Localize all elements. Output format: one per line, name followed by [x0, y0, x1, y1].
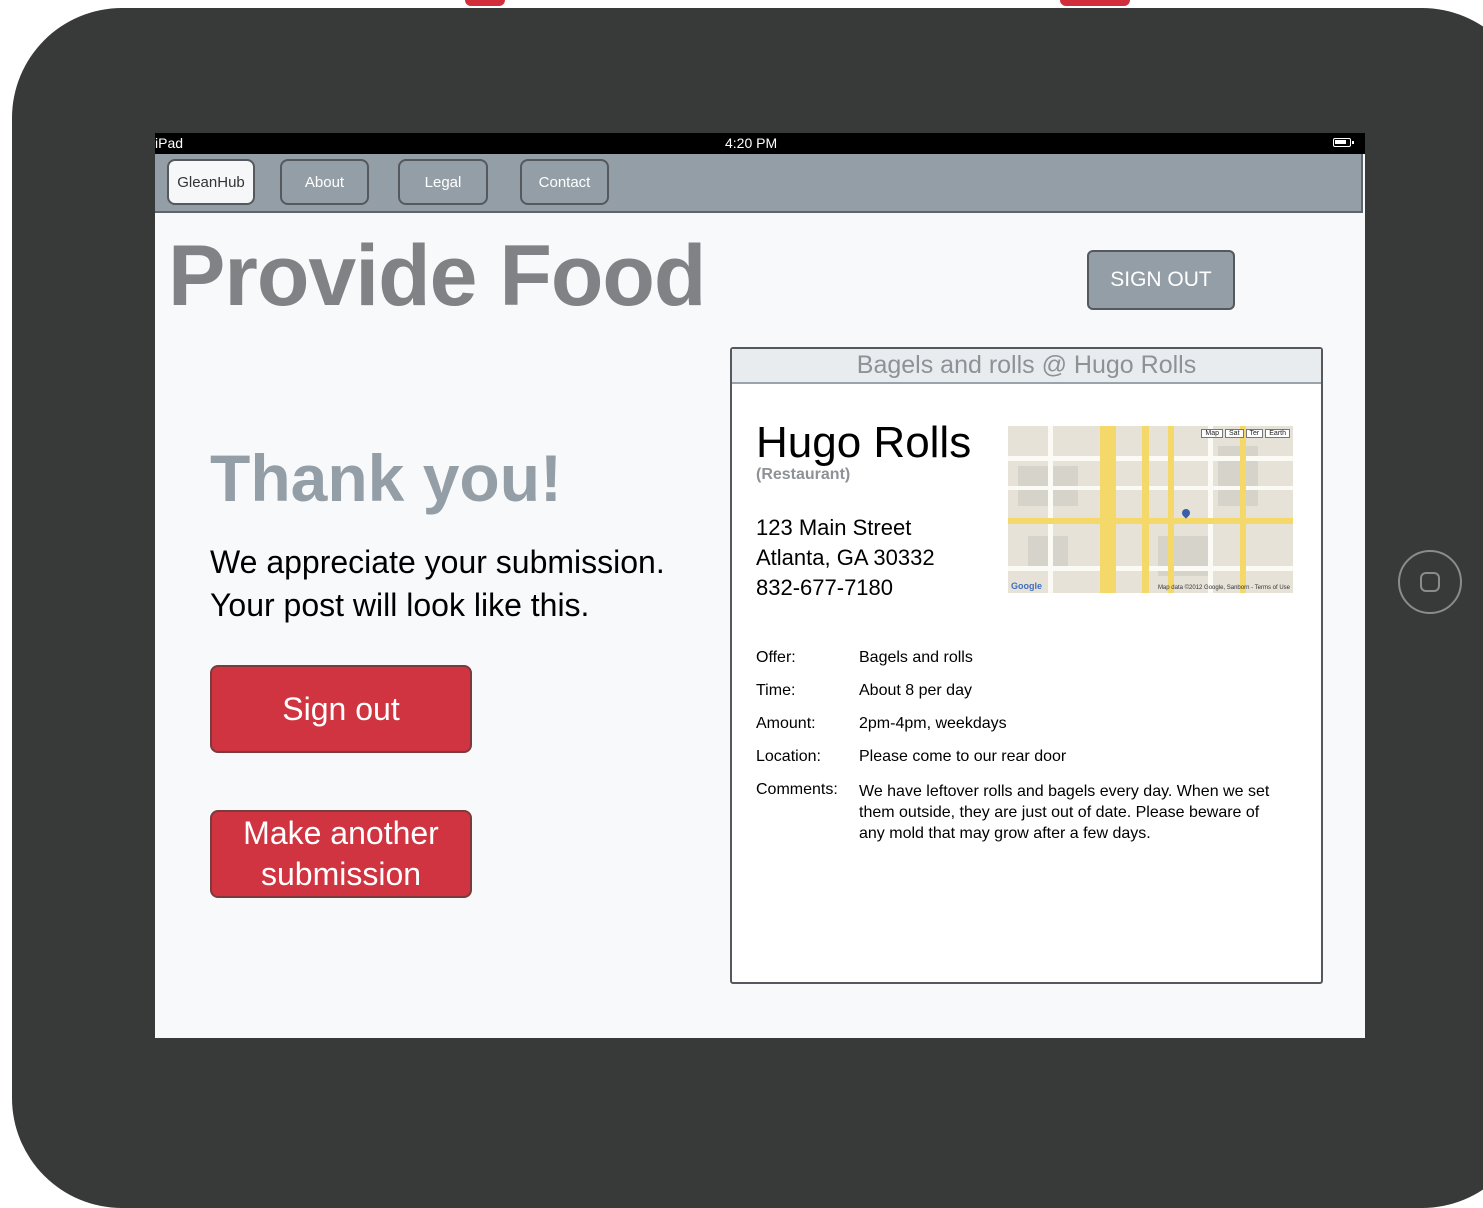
detail-value: About 8 per day	[859, 682, 972, 699]
clock: 4:20 PM	[725, 135, 778, 151]
google-logo: Google	[1011, 581, 1042, 591]
make-another-submission-button[interactable]: Make another submission	[210, 810, 472, 898]
sign-out-label: Sign out	[282, 690, 400, 727]
map-type-sat[interactable]: Sat	[1225, 429, 1244, 438]
nav-about[interactable]: About	[280, 159, 369, 205]
page-title: Provide Food	[168, 228, 706, 324]
detail-label: Location:	[756, 748, 821, 765]
battery-icon	[1333, 138, 1354, 147]
map-type-earth[interactable]: Earth	[1265, 429, 1290, 438]
button-label-line: submission	[260, 856, 422, 892]
detail-label: Comments:	[756, 781, 838, 798]
confirmation-message: We appreciate your submission. Your post…	[210, 541, 665, 627]
message-line: Your post will look like this.	[210, 587, 590, 623]
sign-out-button[interactable]: Sign out	[210, 665, 472, 753]
carrier-label: iPad	[155, 135, 184, 151]
map-pin-icon[interactable]	[1180, 507, 1192, 519]
map-type-ter[interactable]: Ter	[1245, 429, 1264, 438]
nav-legal[interactable]: Legal	[398, 159, 488, 205]
detail-value: We have leftover rolls and bagels every …	[859, 783, 1270, 842]
map-type-map[interactable]: Map	[1201, 429, 1224, 438]
detail-value: 2pm-4pm, weekdays	[859, 715, 1007, 732]
button-label-line: Make another	[243, 815, 439, 851]
address-line: 123 Main Street	[756, 515, 912, 540]
sign-out-header-button[interactable]: SIGN OUT	[1087, 250, 1235, 310]
detail-label: Time:	[756, 682, 796, 699]
home-button-icon[interactable]	[1398, 550, 1462, 614]
location-map[interactable]: Map Sat Ter Earth Google Map data ©2012 …	[1008, 426, 1293, 593]
map-credit: Map data ©2012 Google, Sanborn - Terms o…	[1157, 585, 1290, 591]
address-line: Atlanta, GA 30332	[756, 545, 935, 570]
map-type-controls[interactable]: Map Sat Ter Earth	[1201, 429, 1290, 438]
business-address: 123 Main Street Atlanta, GA 30332 832-67…	[756, 513, 935, 603]
detail-value: Please come to our rear door	[859, 748, 1067, 765]
detail-label: Offer:	[756, 649, 796, 666]
thank-you-heading: Thank you!	[210, 441, 563, 515]
nav-gleanhub[interactable]: GleanHub	[167, 159, 255, 205]
phone-number: 832-677-7180	[756, 575, 894, 600]
detail-value: Bagels and rolls	[859, 649, 973, 666]
business-name: Hugo Rolls	[756, 418, 972, 467]
nav-bar: GleanHub About Legal Contact	[155, 154, 1363, 213]
message-line: We appreciate your submission.	[210, 544, 665, 580]
status-bar: iPad 4:20 PM	[155, 133, 1365, 154]
nav-contact[interactable]: Contact	[520, 159, 609, 205]
post-preview-card: Bagels and rolls @ Hugo Rolls Hugo Rolls…	[730, 347, 1323, 984]
business-type: (Restaurant)	[756, 466, 851, 483]
post-header: Bagels and rolls @ Hugo Rolls	[732, 349, 1321, 384]
screen: iPad 4:20 PM GleanHub About Legal Contac…	[155, 133, 1365, 1038]
detail-label: Amount:	[756, 715, 816, 732]
